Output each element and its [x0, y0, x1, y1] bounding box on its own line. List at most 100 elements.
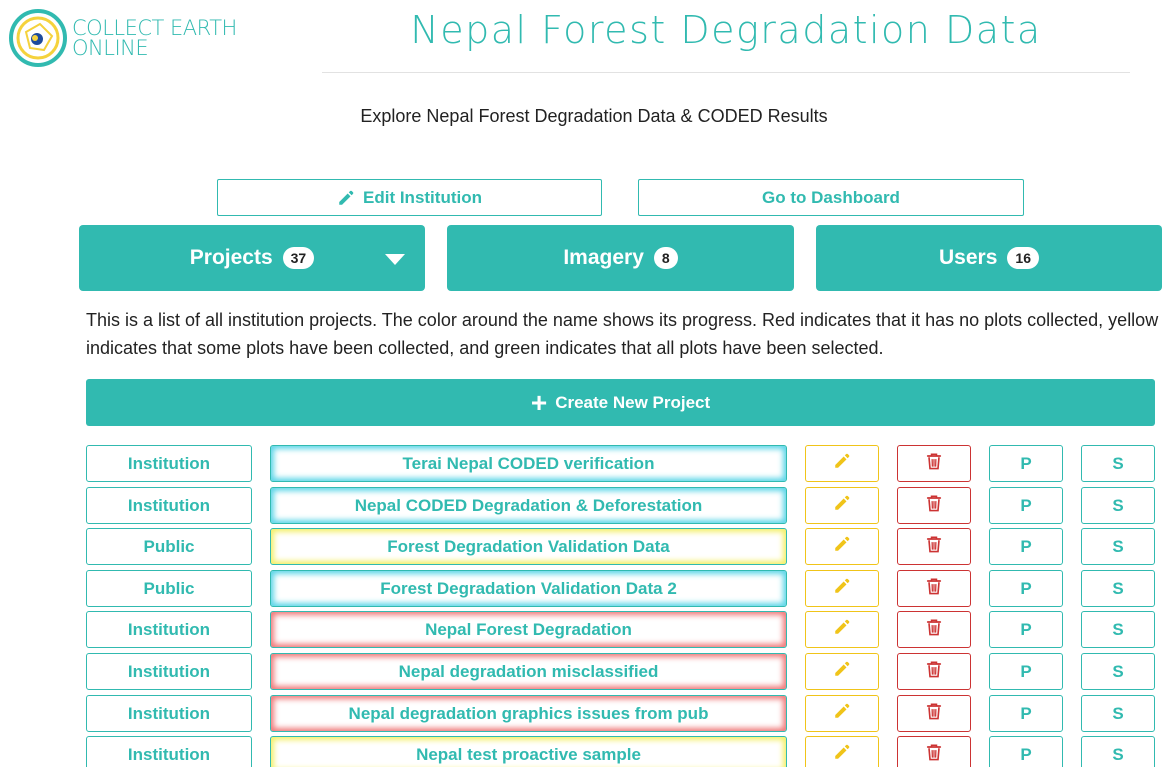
- project-name-label: Nepal test proactive sample: [416, 744, 641, 764]
- trash-icon: [924, 659, 944, 684]
- project-name-button[interactable]: Forest Degradation Validation Data 2: [270, 570, 787, 607]
- create-new-project-button[interactable]: + Create New Project: [86, 379, 1155, 426]
- collect-earth-logo[interactable]: COLLECT EARTH ONLINE: [6, 6, 246, 70]
- project-p-label: P: [1020, 661, 1032, 681]
- pencil-icon: [337, 189, 355, 207]
- project-name-button[interactable]: Terai Nepal CODED verification: [270, 445, 787, 482]
- delete-project-button[interactable]: [897, 487, 971, 524]
- delete-project-button[interactable]: [897, 611, 971, 648]
- project-s-label: S: [1112, 661, 1124, 681]
- page-title: Nepal Forest Degradation Data: [410, 8, 1042, 52]
- title-divider: [322, 72, 1130, 73]
- edit-project-button[interactable]: [805, 611, 879, 648]
- project-row: Institution Nepal CODED Degradation & Def…: [0, 487, 1167, 524]
- project-visibility-button[interactable]: Institution: [86, 487, 252, 524]
- trash-icon: [924, 701, 944, 726]
- project-s-button[interactable]: S: [1081, 695, 1155, 732]
- edit-project-button[interactable]: [805, 695, 879, 732]
- trash-icon: [924, 451, 944, 476]
- project-p-button[interactable]: P: [989, 445, 1063, 482]
- project-row: Public Forest Degradation Validation Data…: [0, 570, 1167, 607]
- delete-project-button[interactable]: [897, 695, 971, 732]
- globe-logo-icon: [9, 9, 67, 67]
- project-s-button[interactable]: S: [1081, 611, 1155, 648]
- project-p-button[interactable]: P: [989, 736, 1063, 767]
- project-p-button[interactable]: P: [989, 653, 1063, 690]
- project-p-label: P: [1020, 619, 1032, 639]
- project-p-button[interactable]: P: [989, 570, 1063, 607]
- project-s-button[interactable]: S: [1081, 445, 1155, 482]
- institution-description: Explore Nepal Forest Degradation Data & …: [360, 106, 828, 126]
- create-new-project-label: Create New Project: [555, 392, 711, 412]
- project-visibility-label: Institution: [127, 661, 211, 681]
- edit-project-button[interactable]: [805, 445, 879, 482]
- pencil-icon: [833, 618, 851, 641]
- tab-users[interactable]: Users 16: [816, 225, 1162, 291]
- project-p-button[interactable]: P: [989, 487, 1063, 524]
- edit-project-button[interactable]: [805, 570, 879, 607]
- pencil-icon: [833, 660, 851, 683]
- project-name-label: Nepal degradation graphics issues from p…: [348, 703, 709, 723]
- project-p-button[interactable]: P: [989, 528, 1063, 565]
- go-to-dashboard-button[interactable]: Go to Dashboard: [638, 179, 1024, 216]
- project-name-label: Nepal degradation misclassified: [398, 661, 659, 681]
- logo-line-1: COLLECT EARTH: [72, 16, 237, 40]
- project-p-button[interactable]: P: [989, 695, 1063, 732]
- project-s-label: S: [1112, 703, 1124, 723]
- project-s-button[interactable]: S: [1081, 570, 1155, 607]
- project-visibility-label: Institution: [127, 619, 211, 639]
- trash-icon: [924, 534, 944, 559]
- project-s-button[interactable]: S: [1081, 653, 1155, 690]
- edit-project-button[interactable]: [805, 736, 879, 767]
- logo-text: COLLECT EARTH ONLINE: [72, 16, 237, 59]
- delete-project-button[interactable]: [897, 736, 971, 767]
- trash-icon: [924, 617, 944, 642]
- project-row: Public Forest Degradation Validation Data…: [0, 528, 1167, 565]
- project-visibility-button[interactable]: Public: [86, 528, 252, 565]
- project-visibility-button[interactable]: Institution: [86, 736, 252, 767]
- project-visibility-button[interactable]: Institution: [86, 695, 252, 732]
- project-s-label: S: [1112, 495, 1124, 515]
- edit-institution-button[interactable]: Edit Institution: [217, 179, 602, 216]
- plus-icon: +: [530, 386, 548, 418]
- delete-project-button[interactable]: [897, 570, 971, 607]
- project-row: Institution Nepal test proactive sample P S: [0, 736, 1167, 767]
- tab-users-label: Users: [939, 246, 998, 269]
- edit-project-button[interactable]: [805, 528, 879, 565]
- pencil-icon: [833, 494, 851, 517]
- delete-project-button[interactable]: [897, 528, 971, 565]
- users-count-badge: 16: [1007, 247, 1039, 269]
- projects-info-text: This is a list of all institution projec…: [86, 310, 1159, 358]
- project-name-button[interactable]: Forest Degradation Validation Data: [270, 528, 787, 565]
- project-name-button[interactable]: Nepal CODED Degradation & Deforestation: [270, 487, 787, 524]
- project-s-button[interactable]: S: [1081, 528, 1155, 565]
- project-name-button[interactable]: Nepal Forest Degradation: [270, 611, 787, 648]
- edit-project-button[interactable]: [805, 487, 879, 524]
- delete-project-button[interactable]: [897, 445, 971, 482]
- project-name-button[interactable]: Nepal degradation graphics issues from p…: [270, 695, 787, 732]
- imagery-count-badge: 8: [653, 247, 678, 269]
- project-name-button[interactable]: Nepal test proactive sample: [270, 736, 787, 767]
- project-visibility-button[interactable]: Institution: [86, 653, 252, 690]
- project-name-label: Nepal Forest Degradation: [425, 619, 632, 639]
- delete-project-button[interactable]: [897, 653, 971, 690]
- tab-projects[interactable]: Projects 37: [79, 225, 425, 291]
- trash-icon: [924, 493, 944, 518]
- project-visibility-button[interactable]: Public: [86, 570, 252, 607]
- go-to-dashboard-label: Go to Dashboard: [762, 187, 900, 207]
- project-name-button[interactable]: Nepal degradation misclassified: [270, 653, 787, 690]
- tab-imagery[interactable]: Imagery 8: [447, 225, 794, 291]
- project-visibility-button[interactable]: Institution: [86, 611, 252, 648]
- project-name-label: Forest Degradation Validation Data: [387, 536, 670, 556]
- project-visibility-label: Public: [143, 578, 195, 598]
- project-s-button[interactable]: S: [1081, 736, 1155, 767]
- project-p-button[interactable]: P: [989, 611, 1063, 648]
- edit-project-button[interactable]: [805, 653, 879, 690]
- project-s-button[interactable]: S: [1081, 487, 1155, 524]
- project-p-label: P: [1020, 578, 1032, 598]
- project-name-label: Terai Nepal CODED verification: [402, 453, 655, 473]
- project-p-label: P: [1020, 536, 1032, 556]
- project-visibility-button[interactable]: Institution: [86, 445, 252, 482]
- project-p-label: P: [1020, 453, 1032, 473]
- projects-count-badge: 37: [282, 247, 315, 269]
